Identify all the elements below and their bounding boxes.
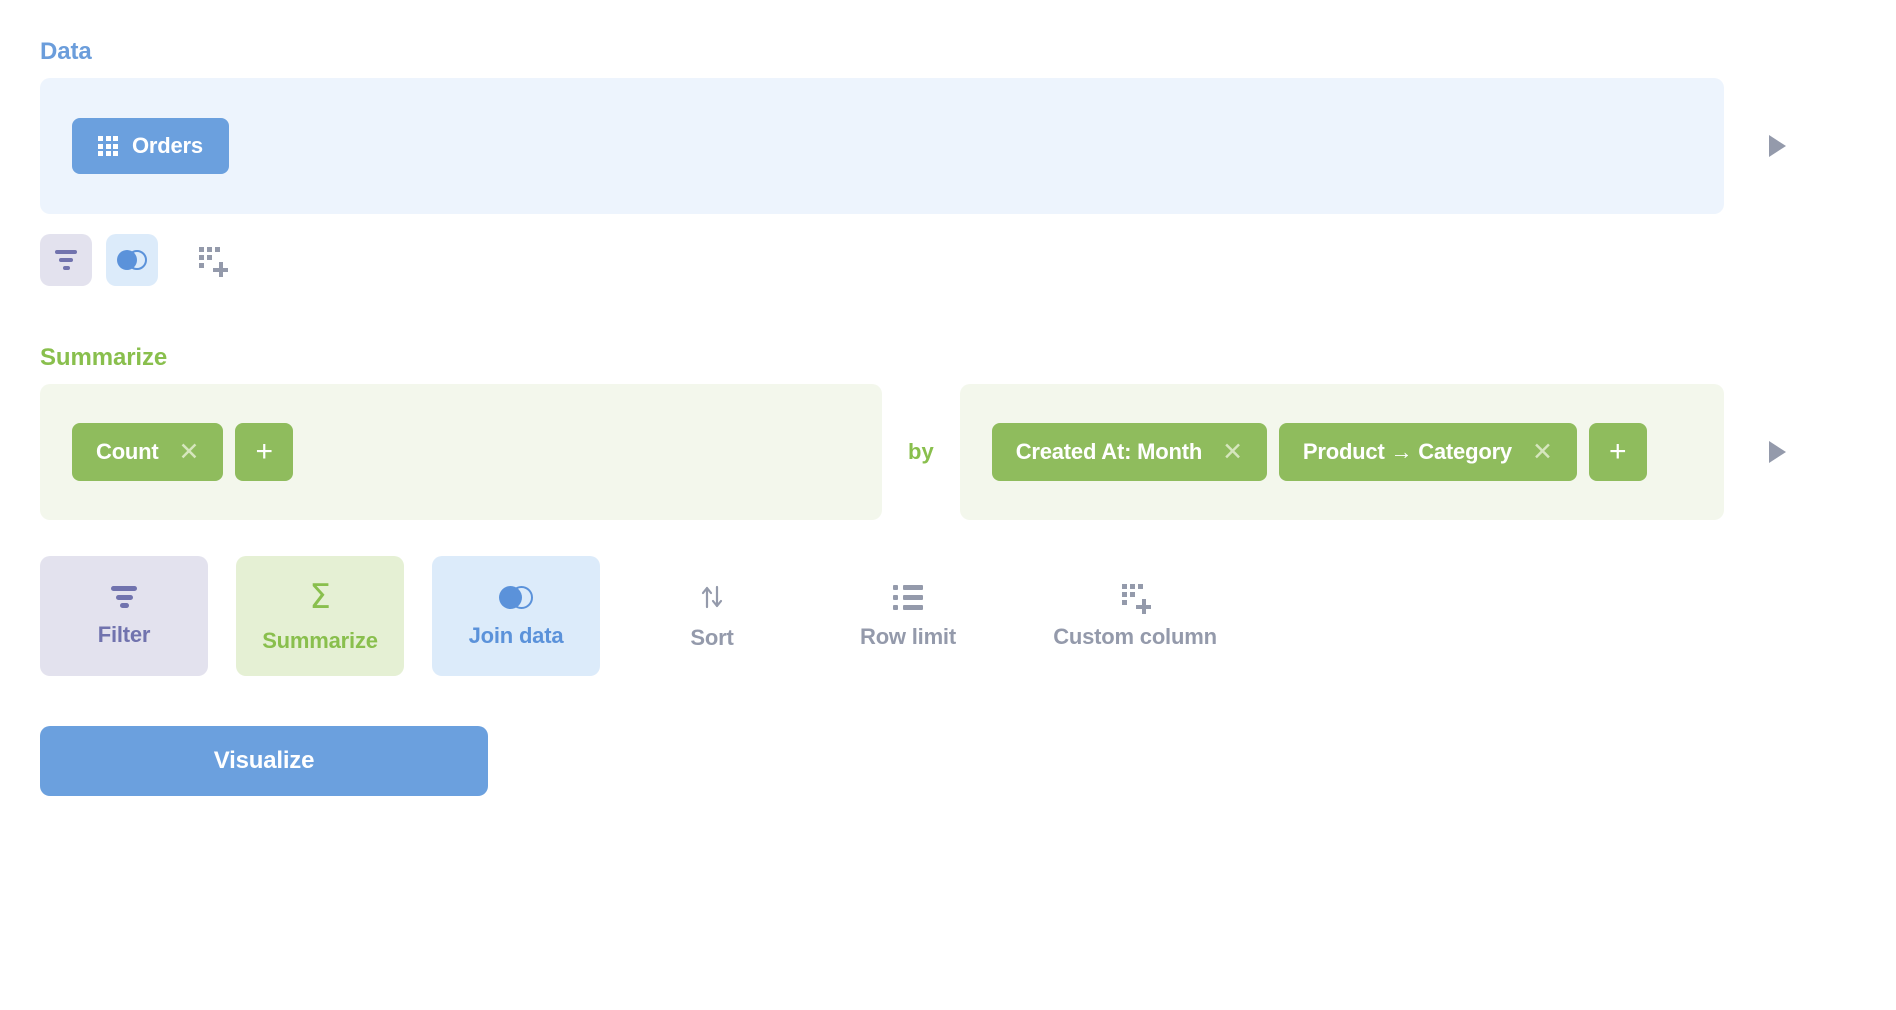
breakout-label: Product → Category bbox=[1303, 439, 1512, 465]
sort-arrows-icon bbox=[698, 583, 726, 611]
action-join-data-label: Join data bbox=[469, 625, 564, 647]
action-row-limit-label: Row limit bbox=[860, 626, 956, 648]
list-icon bbox=[893, 585, 923, 610]
data-step-panel: Orders bbox=[40, 78, 1724, 214]
close-x-icon[interactable]: ✕ bbox=[179, 440, 200, 465]
action-join-data-button[interactable]: Join data bbox=[432, 556, 600, 676]
action-custom-column-label: Custom column bbox=[1053, 626, 1217, 648]
quick-action-join-button[interactable] bbox=[106, 234, 158, 286]
summarize-step-panel: Count ✕ + by Created At: Month ✕ Product… bbox=[40, 384, 1724, 520]
summarize-section-title: Summarize bbox=[40, 346, 1896, 370]
aggregation-chip-count[interactable]: Count ✕ bbox=[72, 423, 223, 481]
aggregation-label: Count bbox=[96, 439, 159, 465]
custom-column-icon bbox=[199, 247, 225, 273]
quick-action-custom-column-button[interactable] bbox=[186, 234, 238, 286]
data-source-label: Orders bbox=[132, 133, 203, 159]
summarize-step-row: Count ✕ + by Created At: Month ✕ Product… bbox=[40, 384, 1830, 520]
action-sort-button[interactable]: Sort bbox=[628, 556, 796, 676]
visualize-button[interactable]: Visualize bbox=[40, 726, 488, 796]
play-triangle-icon bbox=[1769, 135, 1786, 157]
filter-icon bbox=[111, 586, 137, 608]
filter-icon bbox=[55, 250, 77, 271]
action-filter-label: Filter bbox=[98, 624, 151, 646]
close-x-icon[interactable]: ✕ bbox=[1532, 440, 1553, 465]
venn-join-icon bbox=[117, 250, 147, 270]
data-preview-button[interactable] bbox=[1724, 78, 1830, 214]
breakout-chip-product-category[interactable]: Product → Category ✕ bbox=[1279, 423, 1577, 481]
close-x-icon[interactable]: ✕ bbox=[1222, 440, 1243, 465]
action-summarize-label: Summarize bbox=[262, 630, 378, 652]
table-grid-icon bbox=[98, 136, 118, 156]
action-sort-label: Sort bbox=[690, 627, 733, 649]
action-custom-column-button[interactable]: Custom column bbox=[1020, 556, 1250, 676]
action-row-limit-button[interactable]: Row limit bbox=[824, 556, 992, 676]
aggregation-panel: Count ✕ + bbox=[40, 384, 882, 520]
quick-action-filter-button[interactable] bbox=[40, 234, 92, 286]
sigma-icon: Σ bbox=[309, 580, 330, 614]
action-filter-button[interactable]: Filter bbox=[40, 556, 208, 676]
breakout-panel: Created At: Month ✕ Product → Category ✕… bbox=[960, 384, 1724, 520]
breakout-label: Created At: Month bbox=[1016, 439, 1202, 465]
data-quick-action-strip bbox=[40, 234, 1896, 286]
data-step-row: Orders bbox=[40, 78, 1830, 214]
action-summarize-button[interactable]: Σ Summarize bbox=[236, 556, 404, 676]
data-section-title: Data bbox=[40, 40, 1896, 64]
add-aggregation-button[interactable]: + bbox=[235, 423, 293, 481]
add-breakout-button[interactable]: + bbox=[1589, 423, 1647, 481]
custom-column-icon bbox=[1122, 584, 1148, 610]
breakout-chip-created-at[interactable]: Created At: Month ✕ bbox=[992, 423, 1267, 481]
summarize-preview-button[interactable] bbox=[1724, 384, 1830, 520]
data-source-orders-button[interactable]: Orders bbox=[72, 118, 229, 174]
breakout-by-label: by bbox=[882, 439, 960, 465]
venn-join-icon bbox=[499, 586, 533, 609]
step-action-bar: Filter Σ Summarize Join data Sort bbox=[40, 556, 1896, 676]
play-triangle-icon bbox=[1769, 441, 1786, 463]
notebook-editor: Data Orders bbox=[0, 0, 1896, 1010]
